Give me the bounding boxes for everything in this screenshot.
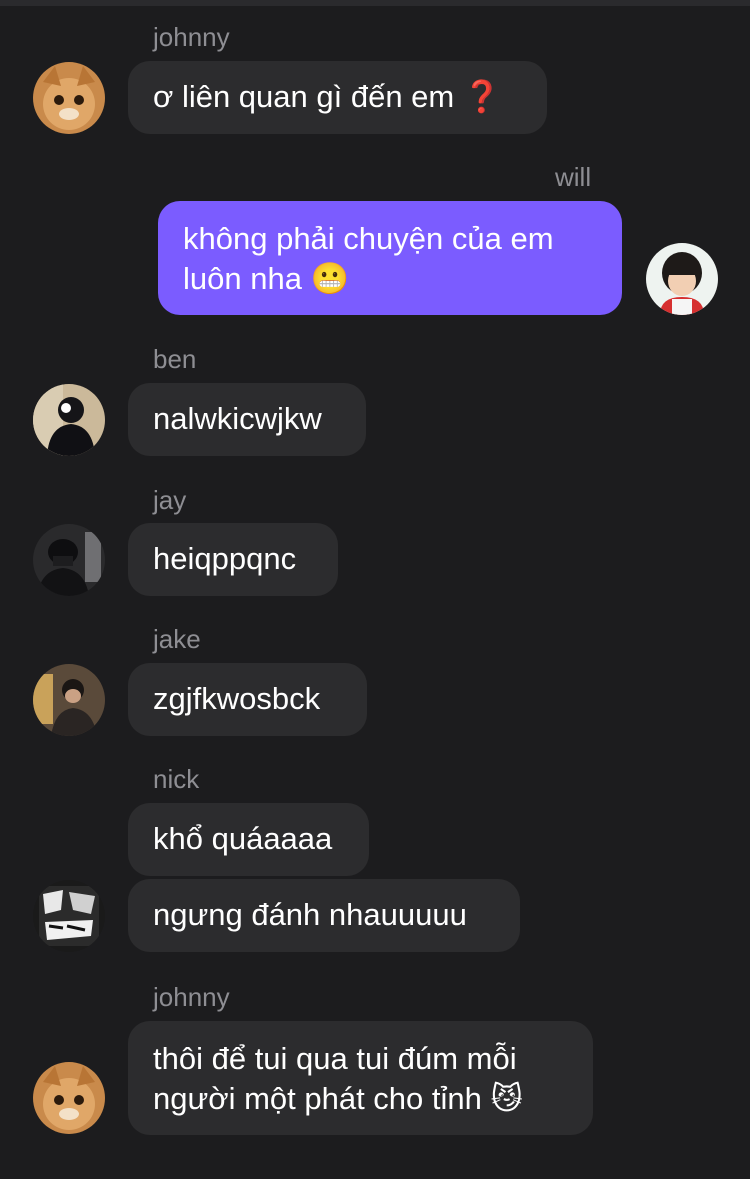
cat-avatar[interactable] bbox=[33, 1062, 105, 1134]
message-bubble[interactable]: thôi để tui qua tui đúm mỗi người một ph… bbox=[128, 1021, 593, 1135]
sender-name: jake bbox=[153, 624, 201, 654]
cat-avatar[interactable] bbox=[33, 62, 105, 134]
sender-name: johnny bbox=[153, 982, 230, 1012]
child-avatar[interactable] bbox=[646, 243, 718, 315]
message-text: zgjfkwosbck bbox=[153, 681, 321, 716]
own-message-bubble[interactable]: không phải chuyện của em luôn nha 😬 bbox=[158, 201, 622, 315]
message-bubble[interactable]: ngưng đánh nhauuuuu bbox=[128, 879, 520, 952]
message-text-line: thôi để tui qua tui đúm mỗi bbox=[153, 1041, 517, 1076]
message-text: heiqppqnc bbox=[153, 541, 297, 576]
message-text-line: không phải chuyện của em bbox=[183, 221, 554, 256]
message-text: nalwkicwjkw bbox=[153, 401, 322, 436]
sender-name: ben bbox=[153, 344, 197, 374]
person-avatar[interactable] bbox=[33, 664, 105, 736]
sender-name: jay bbox=[153, 485, 187, 515]
message-text: khổ quáaaaa bbox=[153, 821, 333, 856]
sender-name: johnny bbox=[153, 22, 230, 52]
message-text-line: luôn nha 😬 bbox=[183, 261, 350, 296]
top-bar bbox=[0, 0, 750, 6]
message-bubble[interactable]: zgjfkwosbck bbox=[128, 663, 367, 736]
message-bubble[interactable]: khổ quáaaaa bbox=[128, 803, 369, 876]
sender-name: will bbox=[555, 162, 592, 192]
person-avatar[interactable] bbox=[33, 524, 105, 596]
message-text: ơ liên quan gì đến em ❓ bbox=[153, 79, 502, 114]
graffiti-avatar[interactable] bbox=[33, 880, 105, 952]
message-text: ngưng đánh nhauuuuu bbox=[153, 897, 467, 932]
person-avatar[interactable] bbox=[33, 384, 105, 456]
message-text-line: người một phát cho tỉnh 😼 bbox=[153, 1081, 523, 1116]
message-bubble[interactable]: nalwkicwjkw bbox=[128, 383, 366, 456]
message-bubble[interactable]: heiqppqnc bbox=[128, 523, 338, 596]
sender-name: nick bbox=[153, 764, 200, 794]
message-bubble[interactable]: ơ liên quan gì đến em ❓ bbox=[128, 61, 547, 134]
